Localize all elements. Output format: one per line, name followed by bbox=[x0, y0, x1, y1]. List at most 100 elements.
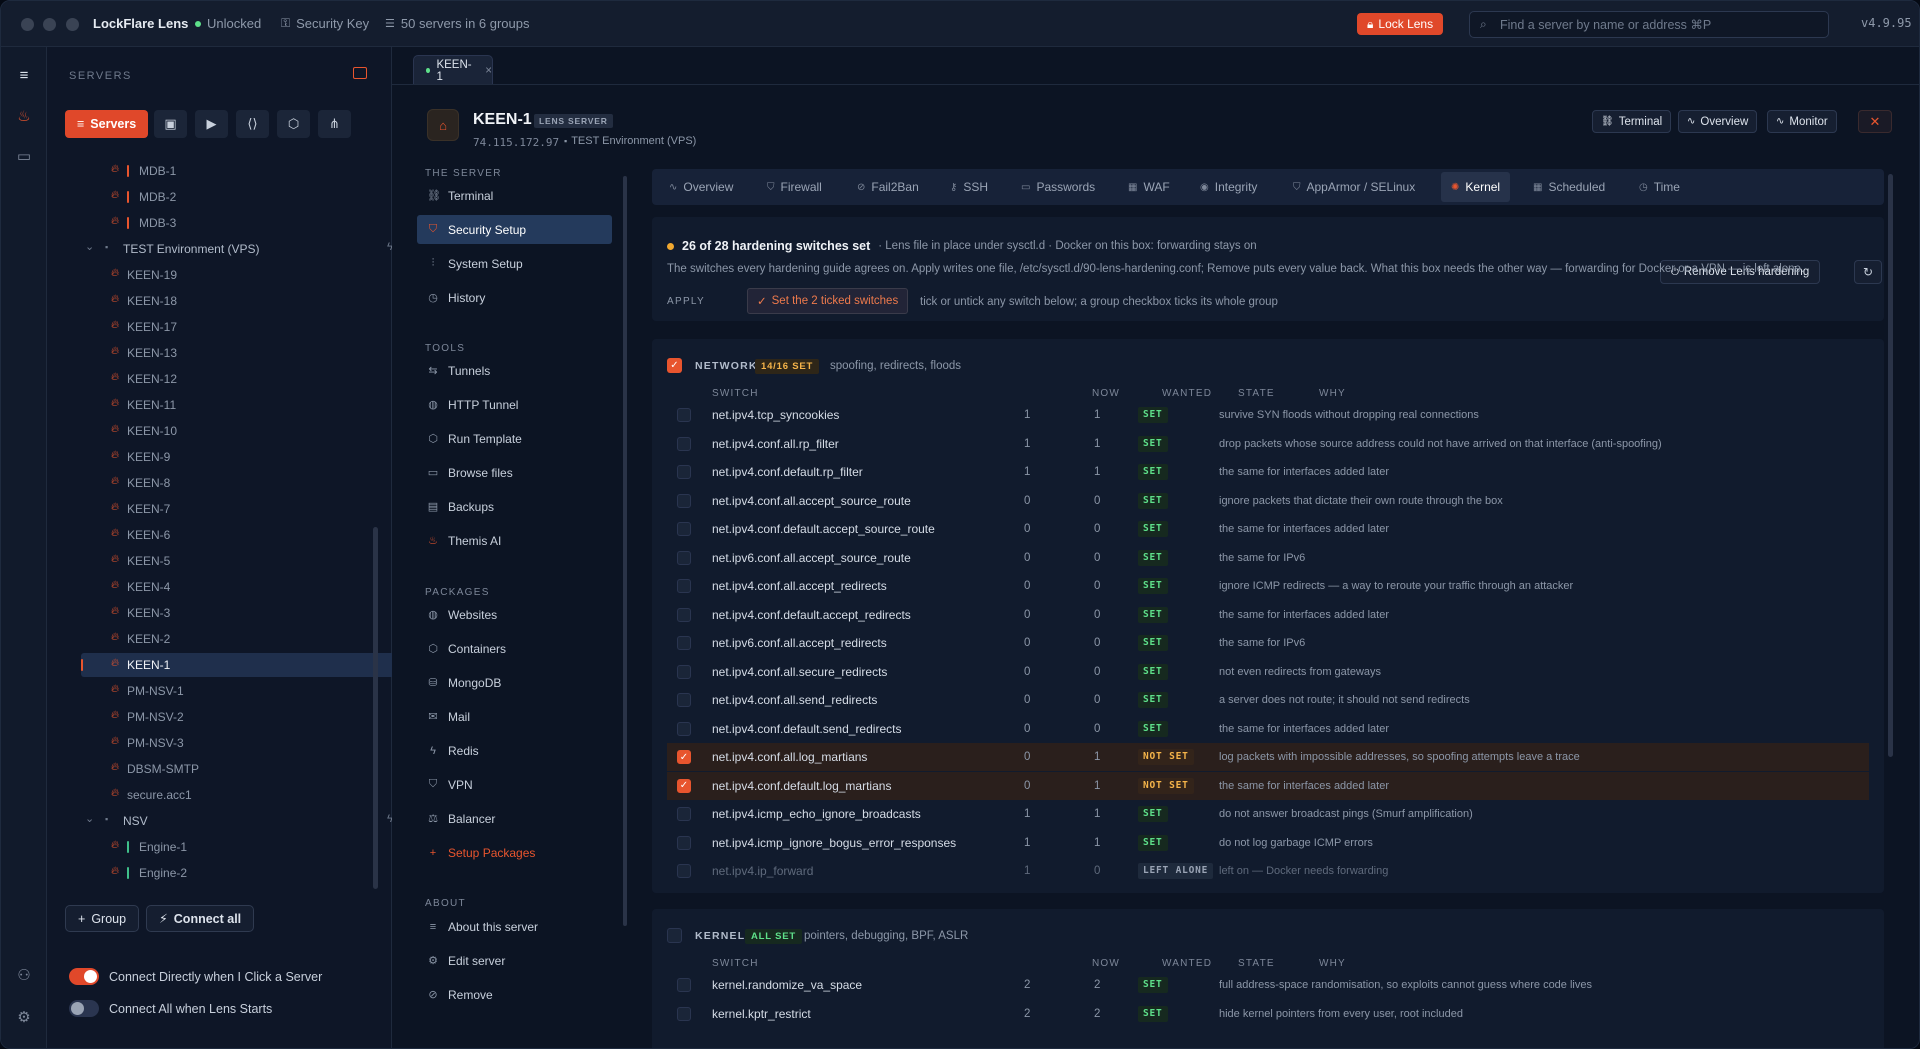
tab-kernel[interactable]: ✺ Kernel bbox=[1441, 172, 1511, 202]
tab-ssh[interactable]: ⚷ SSH bbox=[950, 169, 988, 205]
sidebar-server-item[interactable]: 🔥︎ KEEN-11 bbox=[81, 393, 411, 417]
nav-scrollbar[interactable] bbox=[623, 176, 627, 926]
kernel-group-checkbox[interactable] bbox=[667, 928, 682, 943]
overview-button[interactable]: ∿ Overview bbox=[1678, 110, 1758, 133]
sidebar-server-item[interactable]: 🔥︎ KEEN-10 bbox=[81, 419, 411, 443]
lock-lens-button[interactable]: 🔒︎ Lock Lens bbox=[1357, 13, 1444, 35]
sidebar-server-item[interactable]: 🔥︎ secure.acc1 bbox=[81, 783, 411, 807]
tab-keen-1[interactable]: KEEN-1 × bbox=[413, 55, 493, 85]
connect-directly-toggle[interactable] bbox=[69, 968, 99, 985]
tab-apparmor[interactable]: ⛉ AppArmor / SELinux bbox=[1293, 169, 1415, 205]
switch-checkbox[interactable] bbox=[677, 664, 691, 679]
nav-item-history[interactable]: ◷ History bbox=[417, 283, 612, 312]
connect-all-button[interactable]: ⚡︎ Connect all bbox=[146, 905, 255, 932]
nav-item-balancer[interactable]: ⚖ Balancer bbox=[417, 804, 612, 833]
nav-item-edit-server[interactable]: ⚙ Edit server bbox=[417, 946, 612, 975]
nav-item-browse-files[interactable]: ▭ Browse files bbox=[417, 458, 612, 487]
minimize-window-button[interactable] bbox=[43, 18, 56, 31]
switch-checkbox[interactable] bbox=[677, 807, 691, 821]
sidebar-server-item[interactable]: 🔥︎ KEEN-12 bbox=[81, 367, 411, 391]
nav-item-terminal[interactable]: ⛓ Terminal bbox=[417, 181, 612, 210]
tab-passwords[interactable]: ▭ Passwords bbox=[1021, 169, 1095, 205]
sidebar-server-item[interactable]: 🔥︎ PM-NSV-2 bbox=[81, 705, 411, 729]
chevron-down-icon[interactable]: ⌄ bbox=[85, 812, 94, 825]
switch-checkbox[interactable] bbox=[677, 721, 691, 736]
package-tab-button[interactable]: ⬡ bbox=[277, 110, 310, 138]
sidebar-server-item[interactable]: 🔥︎ Engine-1 bbox=[81, 835, 411, 859]
nav-item-redis[interactable]: ϟ Redis bbox=[417, 736, 612, 765]
collapse-sidebar-icon[interactable] bbox=[353, 67, 367, 79]
nav-item-mail[interactable]: ✉ Mail bbox=[417, 702, 612, 731]
close-server-button[interactable]: ✕ bbox=[1858, 110, 1892, 133]
switch-checkbox[interactable] bbox=[677, 835, 691, 850]
nav-item-containers[interactable]: ⬡ Containers bbox=[417, 634, 612, 663]
tab-fail2ban[interactable]: ⊘ Fail2Ban bbox=[857, 169, 919, 205]
switch-checkbox[interactable] bbox=[677, 522, 691, 536]
switch-checkbox[interactable] bbox=[677, 636, 691, 650]
tab-scheduled[interactable]: ▦ Scheduled bbox=[1533, 169, 1605, 205]
sidebar-server-item[interactable]: 🔥︎ Engine-2 bbox=[81, 861, 411, 885]
network-tab-button[interactable]: ⋔ bbox=[318, 110, 351, 138]
nav-item-system-setup[interactable]: ⫶ System Setup bbox=[417, 249, 612, 278]
folder-rail-icon[interactable]: ▭ bbox=[14, 146, 34, 166]
sidebar-server-item[interactable]: 🔥︎ KEEN-5 bbox=[81, 549, 411, 573]
sidebar-server-item[interactable]: 🔥︎ KEEN-9 bbox=[81, 445, 411, 469]
sidebar-group[interactable]: ⌄ ▪ NSV ϟ bbox=[81, 809, 411, 833]
sidebar-server-item[interactable]: 🔥︎ KEEN-1 bbox=[81, 653, 411, 677]
content-scrollbar[interactable] bbox=[1888, 174, 1893, 757]
switch-checkbox[interactable] bbox=[677, 693, 691, 707]
tab-overview[interactable]: ∿ Overview bbox=[669, 169, 733, 205]
tab-waf[interactable]: ▦ WAF bbox=[1128, 169, 1170, 205]
servers-tab-button[interactable]: ≡ Servers bbox=[65, 110, 149, 138]
nav-item-security-setup[interactable]: ⛉ Security Setup bbox=[417, 215, 612, 244]
switch-checkbox[interactable] bbox=[677, 436, 691, 451]
nav-item-vpn[interactable]: ⛉ VPN bbox=[417, 770, 612, 799]
sidebar-server-item[interactable]: 🔥︎ KEEN-7 bbox=[81, 497, 411, 521]
switch-checkbox[interactable]: ✓ bbox=[677, 750, 691, 764]
sidebar-server-item[interactable]: 🔥︎ KEEN-6 bbox=[81, 523, 411, 547]
sidebar-server-item[interactable]: 🔥︎ KEEN-8 bbox=[81, 471, 411, 495]
sidebar-server-item[interactable]: 🔥︎ DBSM-SMTP bbox=[81, 757, 411, 781]
switch-checkbox[interactable] bbox=[677, 978, 691, 992]
sidebar-server-item[interactable]: 🔥︎ MDB-3 bbox=[81, 211, 411, 235]
switch-checkbox[interactable]: ✓ bbox=[677, 778, 691, 793]
settings-gear-icon[interactable]: ⚙ bbox=[14, 1007, 34, 1027]
close-window-button[interactable] bbox=[21, 18, 34, 31]
sidebar-server-item[interactable]: 🔥︎ KEEN-19 bbox=[81, 263, 411, 287]
switch-checkbox[interactable] bbox=[677, 465, 691, 479]
tab-time[interactable]: ◷ Time bbox=[1639, 169, 1680, 205]
sidebar-server-item[interactable]: 🔥︎ KEEN-18 bbox=[81, 289, 411, 313]
nav-item-about-server[interactable]: ≡ About this server bbox=[417, 912, 612, 941]
nav-item-themis-ai[interactable]: ♨ Themis AI bbox=[417, 526, 612, 555]
server-search-input[interactable]: ⌕ Find a server by name or address ⌘P bbox=[1469, 11, 1829, 38]
code-tab-button[interactable]: ⟨⟩ bbox=[236, 110, 269, 138]
terminal-button[interactable]: ⛓ Terminal bbox=[1592, 110, 1672, 133]
switch-checkbox[interactable] bbox=[677, 408, 691, 422]
nav-item-websites[interactable]: ◍ Websites bbox=[417, 600, 612, 629]
terminal-tab-button[interactable]: ▣ bbox=[154, 110, 187, 138]
switch-checkbox[interactable] bbox=[677, 493, 691, 508]
users-rail-icon[interactable]: ⚇ bbox=[14, 965, 34, 985]
switch-checkbox[interactable] bbox=[677, 607, 691, 622]
servers-rail-icon[interactable]: ≡ bbox=[14, 65, 34, 85]
sidebar-server-item[interactable]: 🔥︎ KEEN-2 bbox=[81, 627, 411, 651]
sidebar-scrollbar[interactable] bbox=[373, 527, 378, 889]
tab-firewall[interactable]: ⛉ Firewall bbox=[767, 169, 822, 205]
sidebar-server-item[interactable]: 🔥︎ MDB-1 bbox=[81, 159, 411, 183]
nav-item-remove[interactable]: ⊘ Remove bbox=[417, 980, 612, 1009]
apply-switches-button[interactable]: ✓ Set the 2 ticked switches bbox=[747, 288, 909, 314]
close-tab-icon[interactable]: × bbox=[485, 65, 492, 77]
tab-integrity[interactable]: ◉ Integrity bbox=[1200, 169, 1257, 205]
nav-item-mongodb[interactable]: ⛁ MongoDB bbox=[417, 668, 612, 697]
monitor-button[interactable]: ∿ Monitor bbox=[1767, 110, 1837, 133]
switch-checkbox[interactable] bbox=[677, 579, 691, 593]
sidebar-server-item[interactable]: 🔥︎ KEEN-17 bbox=[81, 315, 411, 339]
maximize-window-button[interactable] bbox=[66, 18, 79, 31]
sidebar-server-item[interactable]: 🔥︎ MDB-2 bbox=[81, 185, 411, 209]
nav-item-run-template[interactable]: ⬡ Run Template bbox=[417, 424, 612, 453]
run-tab-button[interactable]: ▶ bbox=[195, 110, 228, 138]
sidebar-server-item[interactable]: 🔥︎ KEEN-3 bbox=[81, 601, 411, 625]
switch-checkbox[interactable] bbox=[677, 1006, 691, 1021]
flame-rail-icon[interactable]: ♨ bbox=[14, 106, 34, 126]
connect-on-start-toggle[interactable] bbox=[69, 1000, 99, 1017]
